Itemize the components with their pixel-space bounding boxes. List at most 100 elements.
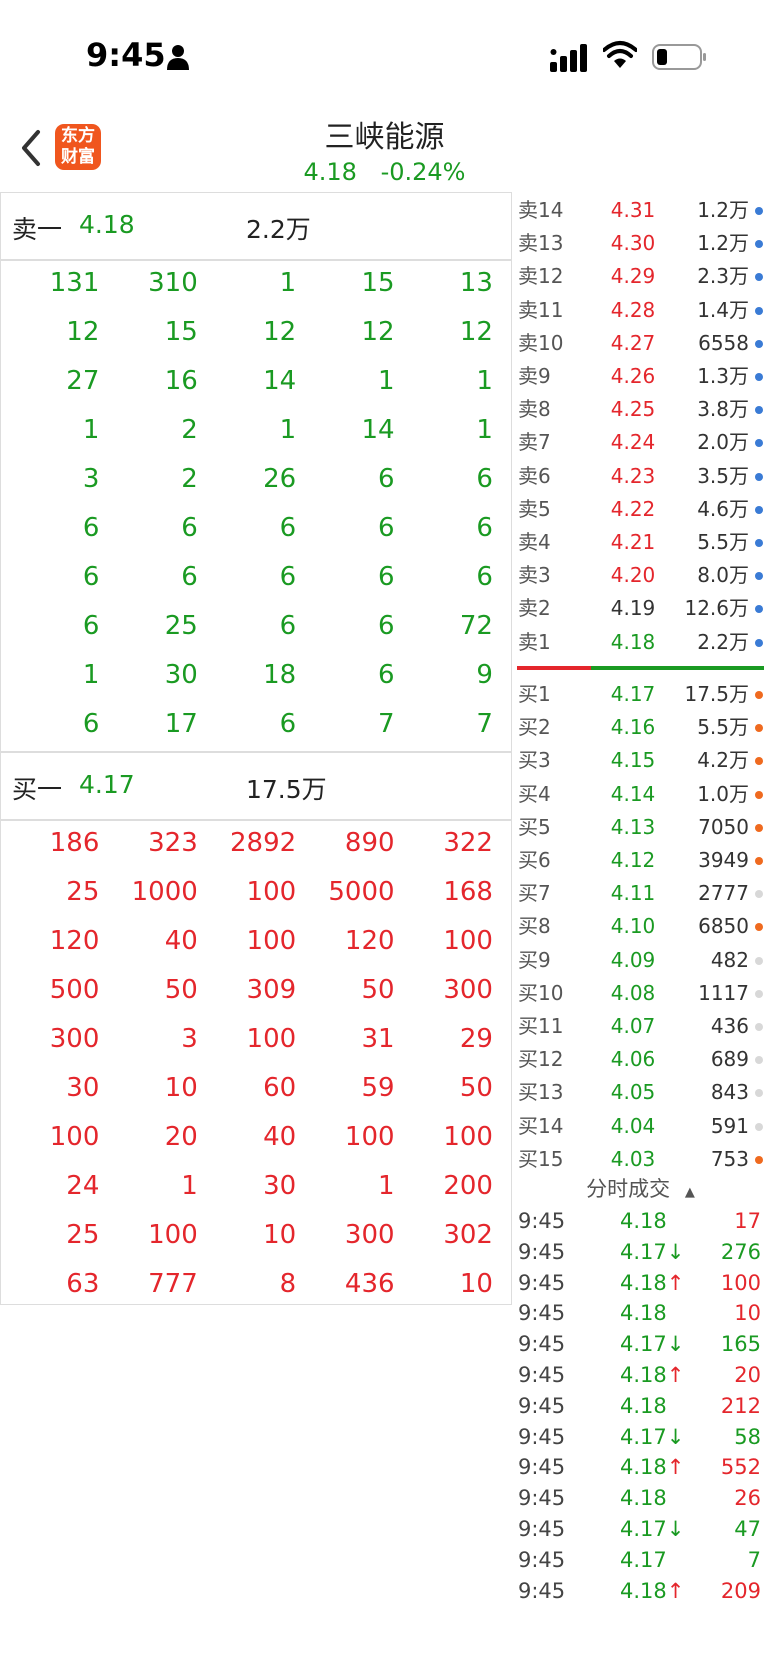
queue-cell: 1 xyxy=(82,415,100,445)
queue-cell: 6 xyxy=(378,562,395,592)
sell-queue-header: 卖一 4.18 2.2万 xyxy=(1,193,511,261)
ask-row[interactable]: 卖10 4.27 6558 xyxy=(512,327,769,360)
bid-row-price: 4.17 xyxy=(610,682,656,706)
queue-cell: 30 xyxy=(263,1171,297,1201)
bid-row-volume: 843 xyxy=(710,1080,749,1105)
bid-row[interactable]: 买4 4.14 1.0万 xyxy=(512,778,769,811)
tick-qty: 26 xyxy=(734,1486,761,1511)
bid-row-price: 4.10 xyxy=(610,914,656,939)
queue-cell: 1000 xyxy=(131,877,198,907)
bid-row-price: 4.08 xyxy=(610,980,656,1005)
sell-queue-price: 4.18 xyxy=(79,210,135,239)
bid-row[interactable]: 买7 4.11 2777 xyxy=(512,877,769,910)
status-dot-icon xyxy=(755,406,763,415)
queue-row: 6 6 6 6 6 xyxy=(1,504,511,553)
queue-cell: 120 xyxy=(49,926,100,956)
bid-row-volume: 1117 xyxy=(698,980,749,1005)
ask-row-label: 卖6 xyxy=(518,463,551,488)
ask-row[interactable]: 卖2 4.19 12.6万 xyxy=(512,592,769,625)
queue-cell: 890 xyxy=(344,828,395,858)
bid-row-volume: 4.2万 xyxy=(697,748,749,773)
queue-cell: 30 xyxy=(66,1073,100,1103)
tick-price: 4.18 xyxy=(620,1209,667,1233)
bid-row[interactable]: 买13 4.05 843 xyxy=(512,1076,769,1109)
tick-qty: 552 xyxy=(720,1455,761,1480)
status-time: 9:45 xyxy=(86,36,166,74)
bid-row-price: 4.11 xyxy=(610,881,656,906)
ask-row-price: 4.27 xyxy=(610,330,656,355)
queue-cell: 59 xyxy=(361,1073,395,1103)
ask-row[interactable]: 卖1 4.18 2.2万 xyxy=(512,626,769,659)
status-dot-icon xyxy=(755,923,763,932)
bid-row[interactable]: 买5 4.13 7050 xyxy=(512,811,769,844)
bid-row[interactable]: 买6 4.12 3949 xyxy=(512,844,769,877)
tick-qty: 47 xyxy=(734,1517,761,1541)
queue-cell: 310 xyxy=(148,268,198,298)
status-dot-icon xyxy=(755,691,763,699)
ask-row-price: 4.25 xyxy=(610,397,656,422)
ask-row[interactable]: 卖4 4.21 5.5万 xyxy=(512,526,769,559)
ask-row[interactable]: 卖5 4.22 4.6万 xyxy=(512,493,769,526)
ask-row[interactable]: 卖9 4.26 1.3万 xyxy=(512,360,769,393)
bid-row[interactable]: 买3 4.15 4.2万 xyxy=(512,744,769,777)
bid-row[interactable]: 买10 4.08 1117 xyxy=(512,977,769,1010)
queue-cell: 3 xyxy=(82,464,100,494)
ask-row-price: 4.31 xyxy=(610,198,656,222)
bid-row[interactable]: 买9 4.09 482 xyxy=(512,944,769,977)
ask-row[interactable]: 卖3 4.20 8.0万 xyxy=(512,559,769,592)
tick-time: 9:45 xyxy=(518,1578,566,1603)
bid-row-volume: 7050 xyxy=(698,814,749,839)
bid-row[interactable]: 买2 4.16 5.5万 xyxy=(512,711,769,744)
bid-row-volume: 753 xyxy=(710,1146,749,1171)
queue-row: 6 17 6 7 7 xyxy=(1,700,511,749)
queue-cell: 300 xyxy=(344,1220,395,1250)
queue-row: 131 310 1 15 13 xyxy=(1,259,511,308)
ask-row[interactable]: 卖7 4.24 2.0万 xyxy=(512,426,769,459)
ask-row-volume: 12.6万 xyxy=(684,596,749,621)
queue-cell: 72 xyxy=(459,611,493,641)
queue-row: 12 15 12 12 12 xyxy=(1,308,511,357)
ask-row[interactable]: 卖14 4.31 1.2万 xyxy=(512,194,769,227)
bid-row[interactable]: 买1 4.17 17.5万 xyxy=(512,678,769,711)
tick-row: 9:45 4.18↑ 20 xyxy=(512,1360,769,1390)
bid-row-label: 买11 xyxy=(518,1014,564,1038)
tick-qty: 209 xyxy=(720,1578,761,1603)
queue-cell: 6 xyxy=(378,611,395,641)
queue-cell: 15 xyxy=(361,268,395,298)
queue-cell: 100 xyxy=(246,1024,297,1054)
queue-cell: 322 xyxy=(443,828,493,858)
bid-row[interactable]: 买15 4.03 753 xyxy=(512,1143,769,1176)
ask-row[interactable]: 卖13 4.30 1.2万 xyxy=(512,227,769,260)
queue-cell: 14 xyxy=(263,366,297,396)
status-dot-icon xyxy=(755,956,763,965)
bid-row[interactable]: 买12 4.06 689 xyxy=(512,1043,769,1076)
queue-cell: 120 xyxy=(344,926,395,956)
queue-cell: 6 xyxy=(181,562,198,592)
ticks-header[interactable]: 分时成交 ▲ xyxy=(512,1173,769,1203)
ask-row[interactable]: 卖12 4.29 2.3万 xyxy=(512,260,769,293)
queue-cell: 6 xyxy=(279,709,297,739)
queue-row: 25 100 10 300 302 xyxy=(1,1211,511,1260)
arrow-up-icon: ↑ xyxy=(666,1455,685,1480)
bid-row-label: 买1 xyxy=(518,682,551,706)
status-dot-icon xyxy=(755,472,763,481)
ask-row[interactable]: 卖6 4.23 3.5万 xyxy=(512,460,769,493)
status-dot-icon xyxy=(755,1155,763,1164)
tick-row: 9:45 4.17↓ 58 xyxy=(512,1422,769,1452)
queue-cell: 6 xyxy=(378,513,395,543)
tick-time: 9:45 xyxy=(518,1455,566,1480)
ask-row-price: 4.18 xyxy=(610,629,656,654)
status-dot-icon xyxy=(755,857,763,865)
queue-cell: 6 xyxy=(476,513,493,543)
ask-row-label: 卖4 xyxy=(518,530,551,554)
bid-row[interactable]: 买14 4.04 591 xyxy=(512,1110,769,1143)
tick-price: 4.17↓ xyxy=(620,1424,685,1449)
bid-row[interactable]: 买8 4.10 6850 xyxy=(512,910,769,943)
queue-cell: 100 xyxy=(148,1220,198,1250)
queue-cell: 7 xyxy=(378,709,395,739)
ask-row[interactable]: 卖8 4.25 3.8万 xyxy=(512,393,769,426)
bid-row[interactable]: 买11 4.07 436 xyxy=(512,1010,769,1043)
tick-price: 4.18↑ xyxy=(620,1455,685,1480)
ask-row[interactable]: 卖11 4.28 1.4万 xyxy=(512,294,769,327)
queue-cell: 131 xyxy=(49,268,100,298)
